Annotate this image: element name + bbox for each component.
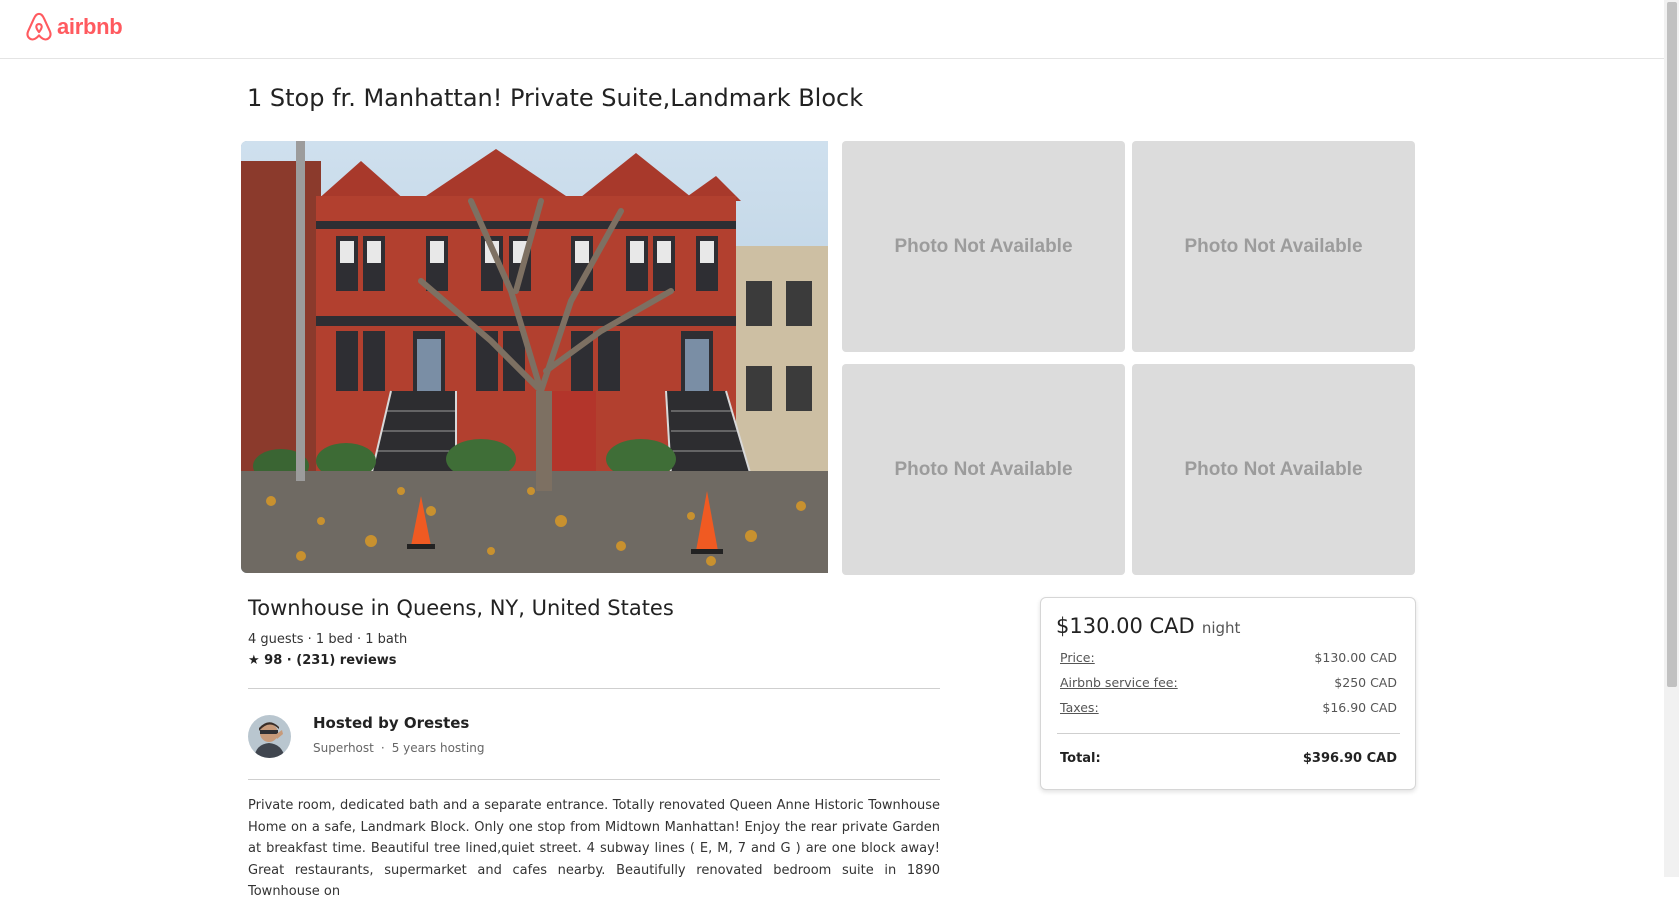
- service-fee-label[interactable]: Airbnb service fee:: [1060, 675, 1178, 690]
- price-amount: $130.00 CAD: [1056, 614, 1195, 638]
- price-row: Price: $130.00 CAD: [1060, 650, 1397, 665]
- price-unit: night: [1201, 619, 1241, 637]
- listing-subtitle: Townhouse in Queens, NY, United States: [248, 596, 674, 620]
- listing-rating: ★ 98 · (231) reviews: [248, 653, 397, 668]
- photo-placeholder-2[interactable]: Photo Not Available: [1132, 141, 1415, 352]
- host-avatar-photo: [248, 715, 291, 758]
- service-fee-value: $250 CAD: [1334, 675, 1397, 690]
- taxes-row: Taxes: $16.90 CAD: [1060, 700, 1397, 715]
- host-name: Hosted by Orestes: [313, 714, 470, 732]
- taxes-label[interactable]: Taxes:: [1060, 700, 1099, 715]
- host-avatar[interactable]: [248, 715, 291, 758]
- total-row: Total: $396.90 CAD: [1060, 751, 1397, 766]
- host-details: Superhost · 5 years hosting: [313, 741, 484, 755]
- listing-capacity: 4 guests · 1 bed · 1 bath: [248, 632, 408, 647]
- townhouse-photo: [241, 141, 828, 573]
- hosting-duration: 5 years hosting: [391, 741, 485, 755]
- host-section: Hosted by Orestes Superhost · 5 years host…: [248, 712, 940, 778]
- top-navigation-bar: airbnb: [0, 0, 1664, 59]
- photo-placeholder-1[interactable]: Photo Not Available: [842, 141, 1125, 352]
- main-listing-photo[interactable]: [241, 141, 828, 573]
- nightly-price: $130.00 CAD night: [1056, 614, 1240, 638]
- total-label: Total:: [1060, 751, 1101, 766]
- price-label[interactable]: Price:: [1060, 650, 1095, 665]
- brand-name: airbnb: [57, 14, 123, 39]
- price-card: $130.00 CAD night Price: $130.00 CAD Air…: [1040, 597, 1416, 790]
- photo-placeholder-4[interactable]: Photo Not Available: [1132, 364, 1415, 575]
- separator-dot: ·: [380, 741, 385, 755]
- superhost-label: Superhost: [313, 741, 374, 755]
- price-value: $130.00 CAD: [1314, 650, 1397, 665]
- section-divider: [248, 688, 940, 689]
- photo-placeholder-3[interactable]: Photo Not Available: [842, 364, 1125, 575]
- service-fee-row: Airbnb service fee: $250 CAD: [1060, 675, 1397, 690]
- taxes-value: $16.90 CAD: [1322, 700, 1397, 715]
- listing-summary: Townhouse in Queens, NY, United States 4…: [248, 596, 940, 668]
- airbnb-belo-icon: [26, 12, 52, 41]
- page-scrollbar-thumb[interactable]: [1667, 2, 1677, 687]
- listing-title: 1 Stop fr. Manhattan! Private Suite,Land…: [247, 84, 864, 112]
- listing-description: Private room, dedicated bath and a separ…: [248, 798, 940, 899]
- section-divider: [248, 779, 940, 780]
- airbnb-logo[interactable]: airbnb: [25, 12, 123, 42]
- total-value: $396.90 CAD: [1302, 751, 1397, 766]
- price-divider: [1057, 733, 1400, 734]
